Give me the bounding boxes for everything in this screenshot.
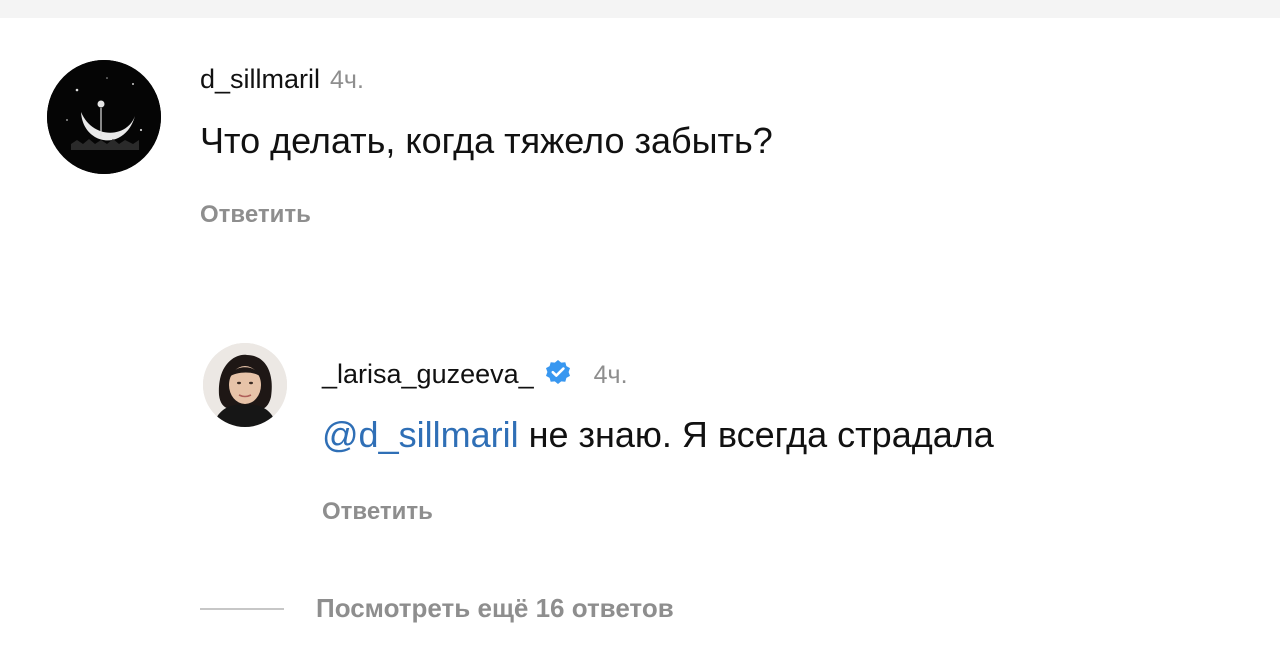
reply-body: не знаю. Я всегда страдала xyxy=(518,414,994,455)
reply-text: @d_sillmaril не знаю. Я всегда страдала xyxy=(322,414,994,456)
view-more-divider xyxy=(200,607,284,610)
view-more-label: Посмотреть ещё 16 ответов xyxy=(316,593,674,623)
comment-meta: d_sillmaril 4ч. xyxy=(200,64,364,95)
reply-meta: _larisa_guzeeva_ 4ч. xyxy=(322,359,628,392)
moon-avatar-icon[interactable] xyxy=(47,60,161,174)
comment-text: Что делать, когда тяжело забыть? xyxy=(200,120,773,161)
comment-time: 4ч. xyxy=(330,66,364,94)
comment-username[interactable]: d_sillmaril xyxy=(200,64,320,94)
comment-reply: _larisa_guzeeva_ 4ч. @d_sillmaril не знаю… xyxy=(0,300,1280,570)
view-more-replies[interactable]: Посмотреть ещё 16 ответов xyxy=(200,593,674,624)
reply-time: 4ч. xyxy=(593,361,628,389)
reply-mention-link[interactable]: @d_sillmaril xyxy=(322,414,519,455)
reply-username[interactable]: _larisa_guzeeva_ xyxy=(322,359,534,389)
reply-reply-button[interactable]: Ответить xyxy=(322,498,433,526)
profile-photo-avatar[interactable] xyxy=(203,343,287,427)
comment-main: d_sillmaril 4ч. Что делать, когда тяжело … xyxy=(0,0,1280,300)
comment-reply-button[interactable]: Ответить xyxy=(200,201,311,229)
verified-badge-icon xyxy=(544,359,572,392)
